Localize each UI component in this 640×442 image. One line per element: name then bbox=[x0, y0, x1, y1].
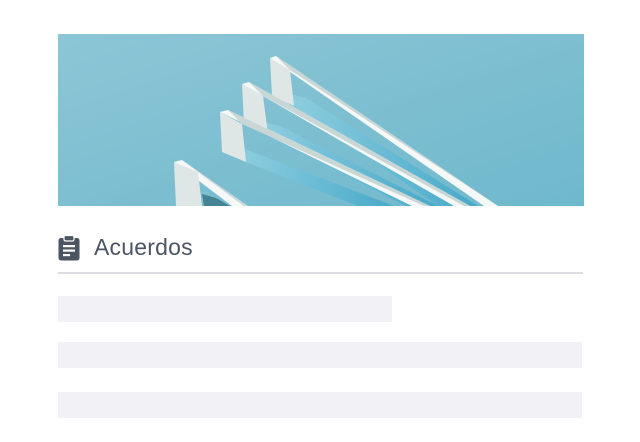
clipboard-icon bbox=[58, 235, 80, 261]
section-header: Acuerdos bbox=[58, 232, 583, 274]
loading-placeholder bbox=[58, 296, 392, 322]
section-title: Acuerdos bbox=[94, 234, 193, 260]
loading-placeholder bbox=[58, 342, 582, 368]
loading-placeholder bbox=[58, 392, 582, 418]
agreements-card: Acuerdos bbox=[0, 0, 640, 442]
banner-image bbox=[58, 34, 584, 206]
building-facade-image bbox=[58, 34, 584, 206]
